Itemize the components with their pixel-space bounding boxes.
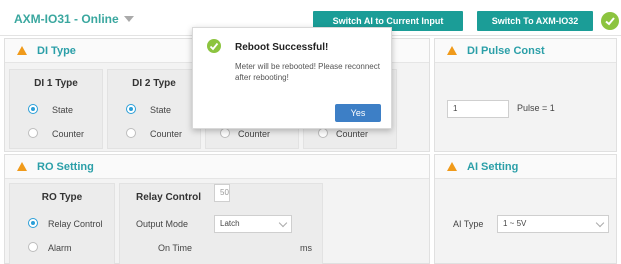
radio-counter[interactable] <box>220 128 230 138</box>
on-time-input[interactable]: 50 <box>214 184 230 202</box>
di-pulse-panel: DI Pulse Const 1 Pulse = 1 <box>434 38 617 152</box>
check-circle-icon <box>601 12 619 30</box>
radio-label: Relay Control <box>48 219 103 229</box>
radio-label: Counter <box>238 129 271 139</box>
radio-label: State <box>150 105 172 115</box>
panel-title: RO Setting <box>37 161 94 173</box>
card-heading: RO Type <box>41 192 83 203</box>
radio-counter[interactable] <box>318 128 328 138</box>
ai-type-select[interactable]: 1 ~ 5V <box>497 215 609 233</box>
panel-title: DI Pulse Const <box>467 45 545 57</box>
relay-control-card: Relay Control Output Mode Latch On Time … <box>119 183 323 264</box>
card-heading: Relay Control <box>136 192 202 203</box>
ai-type-value: 1 ~ 5V <box>503 219 527 228</box>
radio-state[interactable] <box>28 104 38 114</box>
collapse-triangle-icon[interactable] <box>447 46 457 55</box>
collapse-triangle-icon[interactable] <box>17 46 27 55</box>
ai-type-label: AI Type <box>453 219 484 229</box>
panel-header: DI Pulse Const <box>435 39 616 63</box>
di1-type-card: DI 1 Type State Counter <box>9 69 103 149</box>
radio-label: Counter <box>150 129 183 139</box>
pulse-label: Pulse = 1 <box>517 103 555 113</box>
di2-type-card: DI 2 Type State Counter <box>107 69 201 149</box>
ro-type-card: RO Type Relay Control Alarm <box>9 183 115 264</box>
panel-header: RO Setting <box>5 155 429 179</box>
radio-relay-control[interactable] <box>28 218 38 228</box>
radio-label: State <box>52 105 74 115</box>
device-title: AXM-IO31 - Online <box>14 12 119 26</box>
card-heading: DI 2 Type <box>132 78 176 89</box>
yes-button[interactable]: Yes <box>335 104 381 122</box>
output-mode-select[interactable]: Latch <box>214 215 292 233</box>
panel-title: AI Setting <box>467 161 519 173</box>
success-check-icon <box>207 39 221 53</box>
panel-title: DI Type <box>37 45 76 57</box>
chevron-down-icon <box>595 218 605 228</box>
radio-counter[interactable] <box>126 128 136 138</box>
reboot-success-dialog: Reboot Successful! Meter will be reboote… <box>192 27 392 129</box>
collapse-triangle-icon[interactable] <box>447 162 457 171</box>
on-time-label: On Time <box>158 243 193 253</box>
collapse-triangle-icon[interactable] <box>17 162 27 171</box>
dialog-message: Meter will be rebooted! Please reconnect… <box>235 62 380 82</box>
on-time-unit: ms <box>300 243 312 253</box>
chevron-down-icon[interactable] <box>124 16 134 22</box>
output-mode-label: Output Mode <box>136 219 189 229</box>
radio-state[interactable] <box>126 104 136 114</box>
card-heading: DI 1 Type <box>34 78 78 89</box>
pulse-const-input[interactable]: 1 <box>447 100 509 118</box>
radio-counter[interactable] <box>28 128 38 138</box>
switch-device-button[interactable]: Switch To AXM-IO32 <box>477 11 593 31</box>
dialog-title: Reboot Successful! <box>235 42 329 53</box>
ro-setting-panel: RO Setting RO Type Relay Control Alarm R… <box>4 154 430 264</box>
output-mode-value: Latch <box>220 219 240 228</box>
radio-label: Counter <box>52 129 85 139</box>
panel-header: AI Setting <box>435 155 616 179</box>
radio-alarm[interactable] <box>28 242 38 252</box>
chevron-down-icon <box>278 218 288 228</box>
ai-setting-panel: AI Setting AI Type 1 ~ 5V <box>434 154 617 264</box>
radio-label: Counter <box>336 129 369 139</box>
radio-label: Alarm <box>48 243 72 253</box>
